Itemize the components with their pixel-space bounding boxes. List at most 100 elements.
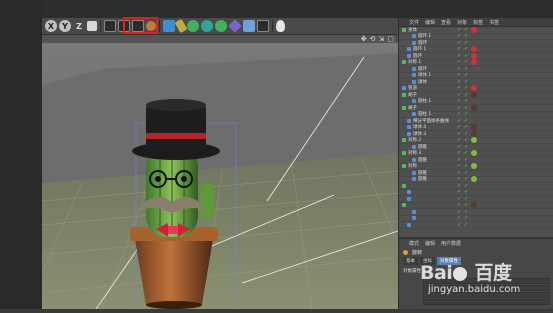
- material-tag-icon[interactable]: [471, 163, 477, 170]
- visibility-check-icon[interactable]: ✓: [457, 196, 462, 201]
- visibility-check-icon[interactable]: ✓: [457, 118, 462, 123]
- subdivision-surface-icon[interactable]: [187, 20, 199, 32]
- material-tag-icon[interactable]: [471, 124, 477, 131]
- material-tag-icon[interactable]: [471, 91, 477, 98]
- visibility-check-icon[interactable]: ✓: [464, 99, 469, 104]
- visibility-check-icon[interactable]: ✓: [464, 144, 469, 149]
- visibility-check-icon[interactable]: ✓: [464, 164, 469, 169]
- visibility-check-icon[interactable]: ✓: [464, 34, 469, 39]
- visibility-check-icon[interactable]: ✓: [457, 92, 462, 97]
- x-axis-button[interactable]: X: [45, 20, 57, 32]
- visibility-check-icon[interactable]: ✓: [457, 183, 462, 188]
- visibility-check-icon[interactable]: ✓: [464, 92, 469, 97]
- visibility-check-icon[interactable]: ✓: [464, 112, 469, 117]
- visibility-check-icon[interactable]: ✓: [464, 47, 469, 52]
- y-axis-button[interactable]: Y: [59, 20, 71, 32]
- visibility-check-icon[interactable]: ✓: [457, 177, 462, 182]
- material-tag-icon[interactable]: [471, 137, 477, 144]
- visibility-check-icon[interactable]: ✓: [464, 138, 469, 143]
- camera-icon[interactable]: [257, 20, 269, 32]
- visibility-check-icon[interactable]: ✓: [457, 125, 462, 130]
- visibility-check-icon[interactable]: ✓: [464, 40, 469, 45]
- visibility-check-icon[interactable]: ✓: [464, 209, 469, 214]
- visibility-check-icon[interactable]: ✓: [464, 86, 469, 91]
- visibility-check-icon[interactable]: ✓: [464, 196, 469, 201]
- object-row[interactable]: ✓ ✓: [399, 222, 553, 229]
- film-strip-icon[interactable]: [104, 20, 116, 32]
- coordinate-system-icon[interactable]: [87, 21, 97, 31]
- object-menu-item[interactable]: 标签: [473, 19, 483, 26]
- visibility-check-icon[interactable]: ✓: [457, 222, 462, 227]
- visibility-check-icon[interactable]: ✓: [464, 73, 469, 78]
- visibility-check-icon[interactable]: ✓: [457, 86, 462, 91]
- pen-tool-icon[interactable]: [174, 18, 188, 34]
- object-menu-item[interactable]: 书签: [489, 19, 499, 26]
- visibility-check-icon[interactable]: ✓: [464, 157, 469, 162]
- visibility-check-icon[interactable]: ✓: [464, 183, 469, 188]
- attribute-tab[interactable]: 基本: [403, 257, 418, 265]
- visibility-check-icon[interactable]: ✓: [457, 112, 462, 117]
- visibility-check-icon[interactable]: ✓: [457, 47, 462, 52]
- object-menu-item[interactable]: 编辑: [425, 19, 435, 26]
- deformer-bend-icon[interactable]: [228, 19, 242, 33]
- visibility-check-icon[interactable]: ✓: [457, 34, 462, 39]
- scene-floor-icon[interactable]: [243, 20, 255, 32]
- visibility-check-icon[interactable]: ✓: [464, 190, 469, 195]
- visibility-check-icon[interactable]: ✓: [464, 170, 469, 175]
- visibility-check-icon[interactable]: ✓: [464, 79, 469, 84]
- visibility-check-icon[interactable]: ✓: [457, 190, 462, 195]
- visibility-check-icon[interactable]: ✓: [464, 203, 469, 208]
- visibility-check-icon[interactable]: ✓: [464, 125, 469, 130]
- visibility-check-icon[interactable]: ✓: [464, 66, 469, 71]
- attribute-menu-item[interactable]: 编辑: [425, 240, 435, 247]
- visibility-check-icon[interactable]: ✓: [457, 53, 462, 58]
- material-tag-icon[interactable]: [471, 59, 477, 66]
- rotate-view-icon[interactable]: ⟲: [370, 35, 376, 43]
- visibility-check-icon[interactable]: ✓: [457, 131, 462, 136]
- material-tag-icon[interactable]: [471, 104, 477, 111]
- z-axis-button[interactable]: Z: [73, 20, 85, 32]
- array-icon[interactable]: [201, 20, 213, 32]
- visibility-check-icon[interactable]: ✓: [457, 157, 462, 162]
- material-tag-icon[interactable]: [471, 46, 477, 53]
- visibility-check-icon[interactable]: ✓: [457, 40, 462, 45]
- object-menu-item[interactable]: 对象: [457, 19, 467, 26]
- material-tag-icon[interactable]: [471, 176, 477, 183]
- visibility-check-icon[interactable]: ✓: [457, 79, 462, 84]
- visibility-check-icon[interactable]: ✓: [464, 216, 469, 221]
- object-manager-list[interactable]: 身体 ✓ ✓ 圆环.1 ✓ ✓ 圆环 ✓ ✓ 圆环.1 ✓ ✓ 圆环 ✓ ✓ 对称.1 ✓ ✓ 圆环 ✓ ✓ 球体.1 ✓ ✓…: [399, 27, 553, 237]
- material-tag-icon[interactable]: [471, 202, 477, 209]
- visibility-check-icon[interactable]: ✓: [464, 27, 469, 32]
- move-view-icon[interactable]: ✥: [361, 35, 367, 43]
- visibility-check-icon[interactable]: ✓: [457, 203, 462, 208]
- visibility-check-icon[interactable]: ✓: [457, 27, 462, 32]
- visibility-check-icon[interactable]: ✓: [464, 131, 469, 136]
- visibility-check-icon[interactable]: ✓: [457, 99, 462, 104]
- visibility-check-icon[interactable]: ✓: [457, 60, 462, 65]
- visibility-check-icon[interactable]: ✓: [457, 164, 462, 169]
- visibility-check-icon[interactable]: ✓: [457, 216, 462, 221]
- object-menu-item[interactable]: 查看: [441, 19, 451, 26]
- visibility-check-icon[interactable]: ✓: [457, 151, 462, 156]
- visibility-check-icon[interactable]: ✓: [457, 144, 462, 149]
- visibility-check-icon[interactable]: ✓: [457, 170, 462, 175]
- visibility-check-icon[interactable]: ✓: [457, 138, 462, 143]
- toggle-view-icon[interactable]: ▢: [387, 35, 394, 43]
- material-tag-icon[interactable]: [471, 85, 477, 92]
- visibility-check-icon[interactable]: ✓: [457, 105, 462, 110]
- light-bulb-icon[interactable]: [276, 20, 285, 32]
- cube-icon[interactable]: [163, 20, 175, 32]
- visibility-check-icon[interactable]: ✓: [457, 66, 462, 71]
- visibility-check-icon[interactable]: ✓: [464, 53, 469, 58]
- zoom-view-icon[interactable]: ⇲: [379, 35, 385, 43]
- visibility-check-icon[interactable]: ✓: [457, 209, 462, 214]
- visibility-check-icon[interactable]: ✓: [464, 105, 469, 110]
- perspective-viewport[interactable]: ✥ ⟲ ⇲ ▢: [42, 35, 398, 309]
- visibility-check-icon[interactable]: ✓: [464, 151, 469, 156]
- attribute-field[interactable]: [423, 299, 550, 305]
- visibility-check-icon[interactable]: ✓: [457, 73, 462, 78]
- visibility-check-icon[interactable]: ✓: [464, 177, 469, 182]
- visibility-check-icon[interactable]: ✓: [464, 118, 469, 123]
- material-tag-icon[interactable]: [471, 150, 477, 157]
- visibility-check-icon[interactable]: ✓: [464, 222, 469, 227]
